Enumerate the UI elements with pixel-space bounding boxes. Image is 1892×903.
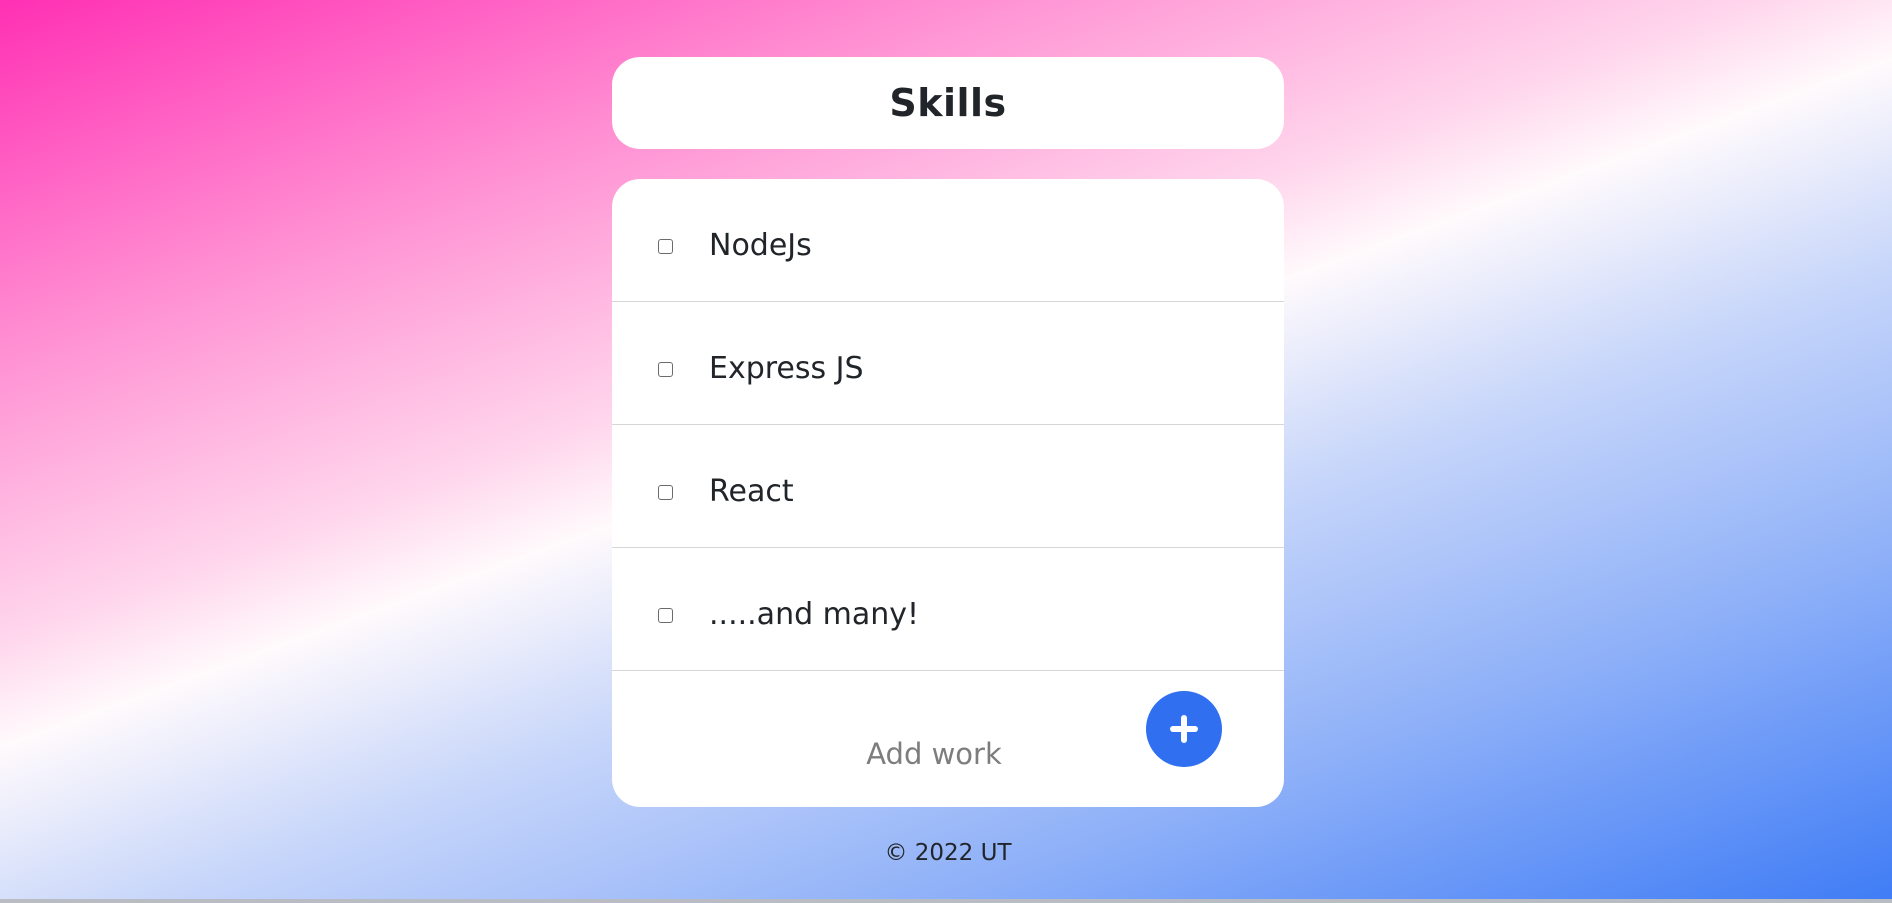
- add-work-input[interactable]: [752, 731, 1116, 777]
- footer-copyright: © 2022 UT: [884, 840, 1012, 866]
- item-checkbox[interactable]: [658, 362, 673, 377]
- item-checkbox[interactable]: [658, 239, 673, 254]
- list-item[interactable]: React: [612, 425, 1284, 548]
- item-label: NodeJs: [709, 228, 812, 263]
- header-card: Skills: [612, 57, 1284, 149]
- list-item[interactable]: .....and many!: [612, 548, 1284, 671]
- add-work-form: [612, 671, 1284, 807]
- todo-list-card: NodeJs Express JS React .....and many!: [612, 179, 1284, 807]
- list-item[interactable]: Express JS: [612, 302, 1284, 425]
- page-title: Skills: [889, 81, 1007, 125]
- item-label: .....and many!: [709, 597, 920, 632]
- item-label: Express JS: [709, 351, 864, 386]
- plus-icon: [1170, 715, 1198, 743]
- item-checkbox[interactable]: [658, 608, 673, 623]
- item-checkbox[interactable]: [658, 485, 673, 500]
- bottom-divider: [0, 899, 1892, 903]
- item-label: React: [709, 474, 794, 509]
- list-item[interactable]: NodeJs: [612, 179, 1284, 302]
- add-button[interactable]: [1146, 691, 1222, 767]
